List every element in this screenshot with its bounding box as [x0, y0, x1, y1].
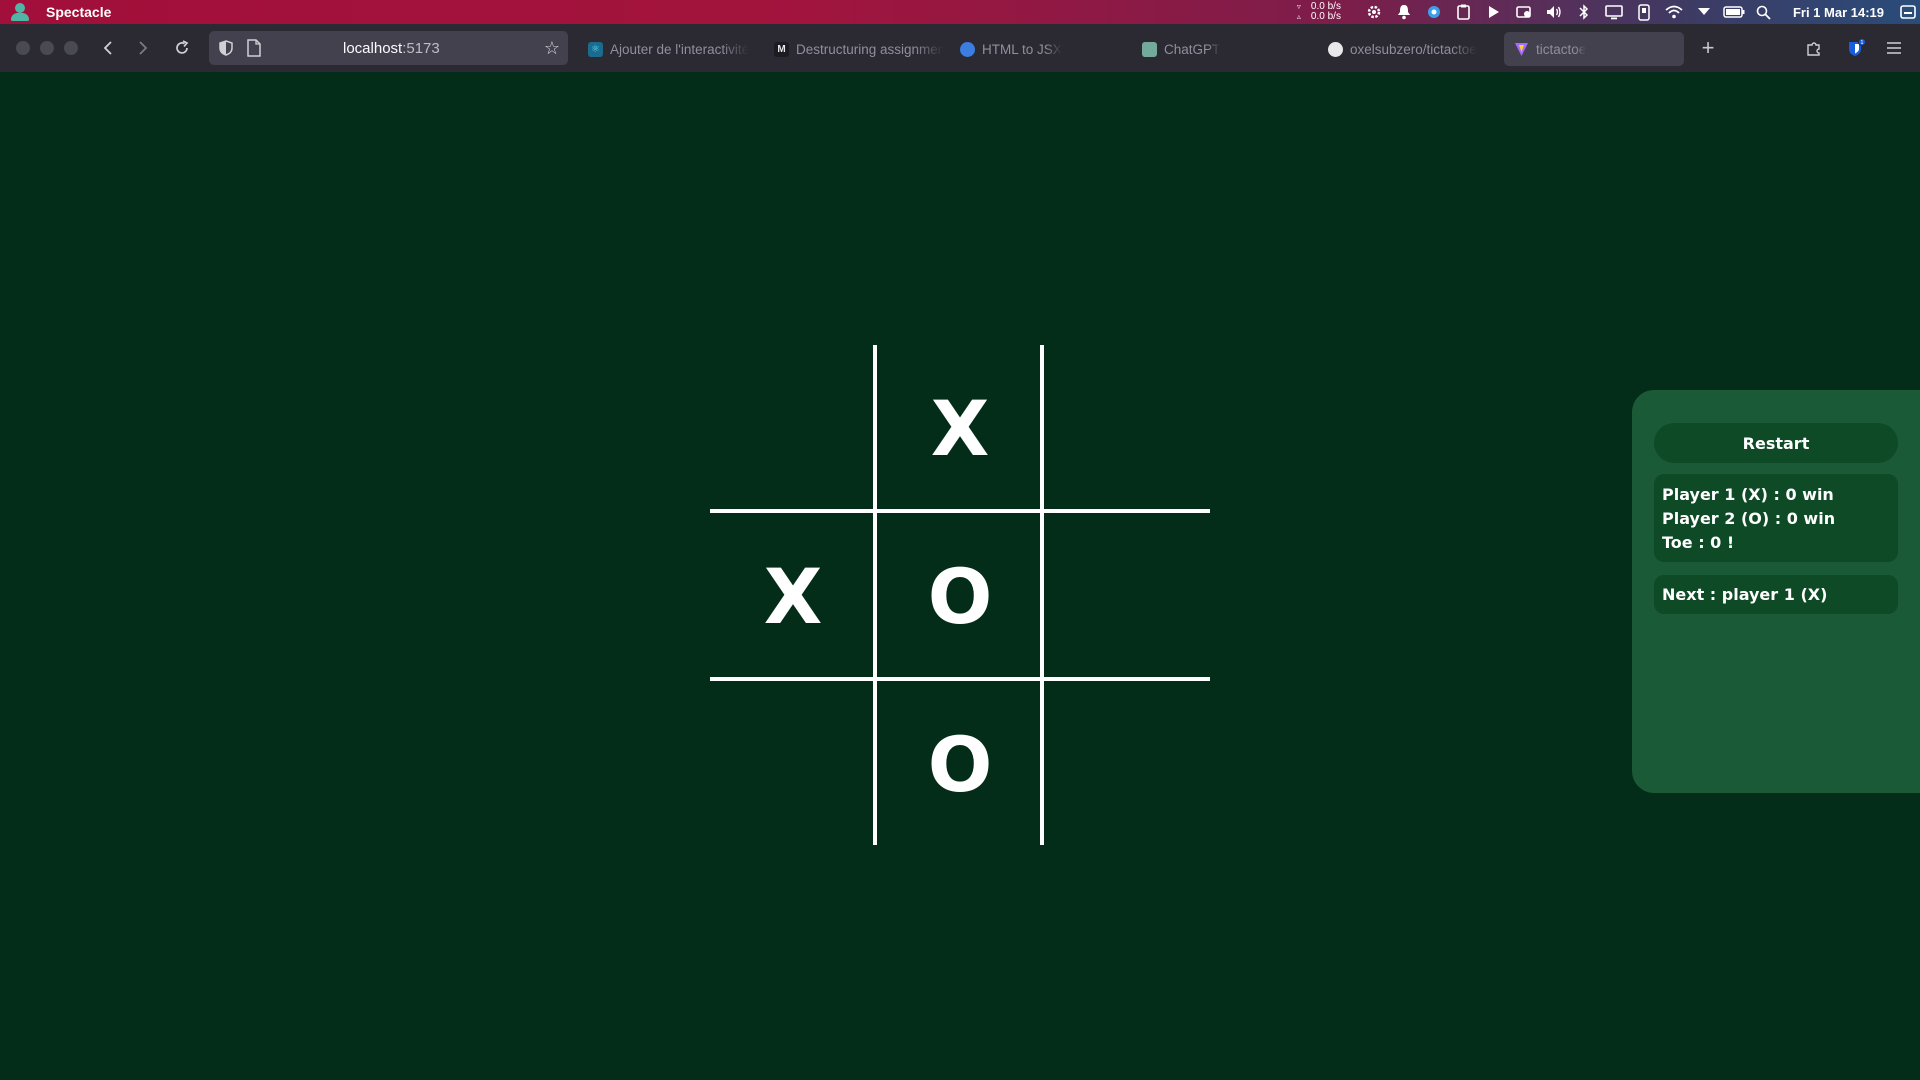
board-cell-4[interactable]: X — [710, 513, 876, 679]
extensions-button[interactable] — [1800, 34, 1828, 62]
bell-icon[interactable] — [1389, 0, 1419, 24]
board-cell-8[interactable]: O — [877, 681, 1043, 847]
play-icon[interactable] — [1479, 0, 1509, 24]
extension-badge: 1 — [1860, 40, 1863, 46]
board-cell-1[interactable] — [710, 345, 876, 511]
tab-html-to-jsx[interactable]: HTML to JSX — [950, 32, 1130, 66]
system-tray: ▿ ▵ 0.0 b/s 0.0 b/s Fri 1 Mar 14:19 — [1297, 0, 1920, 24]
gear-blue-icon[interactable] — [1419, 0, 1449, 24]
usb-icon[interactable] — [1629, 0, 1659, 24]
chevron-right-icon — [139, 41, 148, 55]
github-icon — [1328, 41, 1343, 57]
next-player-indicator: Next : player 1 (X) — [1654, 575, 1898, 614]
reload-icon — [176, 40, 189, 54]
settings-gear-icon[interactable] — [1359, 0, 1389, 24]
net-down-speed: 0.0 b/s — [1310, 11, 1341, 22]
restart-button[interactable]: Restart — [1654, 423, 1898, 463]
score-player-2: Player 2 (O) : 0 win — [1662, 509, 1836, 528]
tab-label: oxelsubzero/tictactoe — [1350, 41, 1477, 57]
bitwarden-extension-button[interactable]: 1 — [1842, 34, 1870, 62]
page-icon[interactable] — [247, 39, 261, 57]
system-clock[interactable]: Fri 1 Mar 14:19 — [1793, 5, 1884, 20]
game-info-panel: Restart Player 1 (X) : 0 win Player 2 (O… — [1632, 390, 1920, 793]
game-board: X X O O — [710, 345, 1210, 845]
window-minimize-button[interactable] — [40, 41, 54, 55]
bitwarden-icon: 1 — [1849, 38, 1865, 56]
board-cell-5[interactable]: O — [877, 513, 1043, 679]
display-icon[interactable] — [1599, 0, 1629, 24]
score-player-1: Player 1 (X) : 0 win — [1662, 485, 1834, 504]
hamburger-menu-icon — [1887, 42, 1901, 54]
tab-react-docs[interactable]: ⚛ Ajouter de l'interactivité — [578, 32, 758, 66]
board-cell-9[interactable] — [1044, 681, 1210, 847]
address-bar[interactable]: localhost:5173 ☆ — [209, 31, 568, 65]
window-close-button[interactable] — [16, 41, 30, 55]
globe-icon — [960, 41, 975, 57]
chevron-left-icon — [103, 41, 112, 55]
url-text[interactable]: localhost:5173 — [343, 40, 440, 57]
volume-icon[interactable] — [1539, 0, 1569, 24]
mdn-icon: M — [774, 41, 789, 57]
system-top-bar: Spectacle ▿ ▵ 0.0 b/s 0.0 b/s Fri 1 Mar … — [0, 0, 1920, 24]
bookmark-star-icon[interactable]: ☆ — [544, 38, 560, 59]
device-icon[interactable] — [1509, 0, 1539, 24]
vite-icon — [1515, 42, 1528, 56]
puzzle-icon — [1807, 42, 1820, 56]
battery-icon[interactable] — [1719, 0, 1749, 24]
tab-mdn[interactable]: M Destructuring assignment — [764, 32, 944, 66]
network-speed: ▿ ▵ 0.0 b/s 0.0 b/s — [1296, 1, 1341, 22]
forward-button[interactable] — [129, 34, 157, 62]
new-tab-button[interactable]: + — [1696, 34, 1720, 62]
shield-icon[interactable] — [219, 40, 233, 56]
reload-button[interactable] — [168, 34, 196, 62]
scoreboard: Player 1 (X) : 0 win Player 2 (O) : 0 wi… — [1654, 474, 1898, 562]
tab-label: Ajouter de l'interactivité — [610, 41, 750, 57]
react-icon: ⚛ — [588, 41, 603, 57]
chatgpt-icon — [1142, 41, 1157, 57]
tab-label: tictactoe — [1536, 41, 1587, 57]
window-maximize-button[interactable] — [64, 41, 78, 55]
board-cell-7[interactable] — [710, 681, 876, 847]
search-icon[interactable] — [1749, 0, 1779, 24]
tab-tictactoe[interactable]: tictactoe — [1504, 32, 1684, 66]
tab-label: Destructuring assignment — [796, 41, 944, 57]
browser-toolbar: localhost:5173 ☆ ⚛ Ajouter de l'interact… — [0, 24, 1920, 72]
clipboard-icon[interactable] — [1449, 0, 1479, 24]
window-icon[interactable] — [1896, 0, 1920, 24]
wifi-icon[interactable] — [1659, 0, 1689, 24]
tab-label: ChatGPT — [1164, 41, 1221, 57]
board-cell-2[interactable]: X — [877, 345, 1043, 511]
user-icon[interactable] — [10, 2, 30, 22]
active-app-name[interactable]: Spectacle — [46, 4, 111, 20]
tab-label: HTML to JSX — [982, 41, 1062, 57]
bluetooth-icon[interactable] — [1569, 0, 1599, 24]
menu-button[interactable] — [1880, 34, 1908, 62]
board-cell-6[interactable] — [1044, 513, 1210, 679]
arrow-down-icon[interactable] — [1689, 0, 1719, 24]
score-draws: Toe : 0 ! — [1662, 533, 1735, 552]
tab-chatgpt[interactable]: ChatGPT — [1132, 32, 1312, 66]
tab-github[interactable]: oxelsubzero/tictactoe — [1318, 32, 1498, 66]
board-cell-3[interactable] — [1044, 345, 1210, 511]
back-button[interactable] — [94, 34, 122, 62]
